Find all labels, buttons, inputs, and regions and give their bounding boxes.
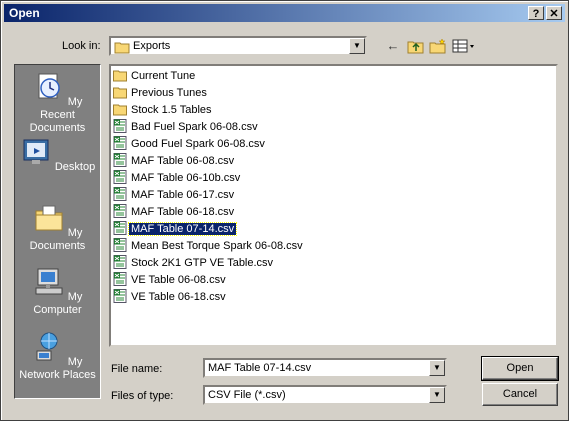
csv-file-icon (113, 136, 127, 150)
chevron-down-icon[interactable]: ▼ (429, 387, 445, 403)
look-in-combo[interactable]: Exports ▼ (109, 36, 367, 56)
list-item[interactable]: MAF Table 06-10b.csv (113, 170, 242, 186)
file-type-select[interactable]: CSV File (*.csv) ▼ (203, 385, 447, 405)
file-name: VE Table 06-18.csv (131, 291, 226, 303)
help-button[interactable]: ? (528, 6, 544, 20)
title-bar[interactable]: Open ? ✕ (4, 4, 565, 22)
csv-file-icon (113, 187, 127, 201)
file-name: Previous Tunes (131, 87, 207, 99)
my-computer-icon (35, 268, 63, 295)
file-name: Good Fuel Spark 06-08.csv (131, 138, 265, 150)
file-list[interactable]: Current Tune Previous Tunes Stock 1.5 Tabl… (109, 64, 558, 347)
open-dialog: Open ? ✕ Look in: Exports ▼ ← My Recent … (0, 0, 569, 421)
file-name: MAF Table 06-10b.csv (131, 172, 241, 184)
chevron-down-icon[interactable]: ▼ (429, 360, 445, 376)
cancel-button[interactable]: Cancel (482, 383, 558, 406)
back-icon[interactable]: ← (382, 37, 404, 55)
place-my-documents[interactable]: My Documents (15, 202, 100, 253)
network-places-icon (36, 332, 58, 361)
csv-file-icon (113, 119, 127, 133)
file-name: MAF Table 06-08.csv (131, 155, 235, 167)
chevron-down-icon[interactable]: ▼ (349, 38, 365, 54)
list-item[interactable]: MAF Table 06-17.csv (113, 187, 236, 203)
place-my-recent-documents[interactable]: My Recent Documents (15, 71, 100, 135)
csv-file-icon (113, 153, 127, 167)
csv-file-icon (113, 170, 127, 184)
file-name: Mean Best Torque Spark 06-08.csv (131, 240, 303, 252)
csv-file-icon (113, 289, 127, 303)
open-button[interactable]: Open (481, 356, 559, 381)
list-item[interactable]: MAF Table 07-14.csv (113, 221, 238, 237)
file-name: MAF Table 06-17.csv (131, 189, 235, 201)
file-name: MAF Table 07-14.csv (127, 222, 238, 236)
list-item[interactable]: Current Tune (113, 68, 197, 84)
file-type-label: Files of type: (111, 390, 174, 402)
list-item[interactable]: Stock 2K1 GTP VE Table.csv (113, 255, 275, 271)
look-in-label: Look in: (62, 40, 101, 52)
file-name-value: MAF Table 07-14.csv (208, 362, 312, 374)
place-my-computer[interactable]: My Computer (15, 266, 100, 317)
folder-icon (114, 42, 130, 54)
csv-file-icon (113, 272, 127, 286)
folder-icon (113, 104, 127, 116)
csv-file-icon (113, 204, 127, 218)
list-item[interactable]: Stock 1.5 Tables (113, 102, 214, 118)
place-my-network-places[interactable]: My Network Places (15, 331, 100, 382)
file-type-value: CSV File (*.csv) (208, 389, 286, 401)
place-label: Desktop (54, 161, 96, 173)
csv-file-icon (113, 221, 127, 235)
close-button[interactable]: ✕ (546, 6, 562, 20)
folder-icon (113, 70, 127, 82)
list-item[interactable]: Previous Tunes (113, 85, 209, 101)
list-item[interactable]: VE Table 06-08.csv (113, 272, 228, 288)
list-item[interactable]: Mean Best Torque Spark 06-08.csv (113, 238, 305, 254)
new-folder-icon[interactable] (427, 37, 449, 55)
window-title: Open (9, 6, 40, 20)
place-desktop[interactable]: Desktop (15, 136, 100, 174)
file-name: Bad Fuel Spark 06-08.csv (131, 121, 258, 133)
my-documents-icon (35, 205, 63, 231)
csv-file-icon (113, 255, 127, 269)
file-name-field[interactable]: MAF Table 07-14.csv ▼ (203, 358, 447, 378)
list-item[interactable]: Bad Fuel Spark 06-08.csv (113, 119, 260, 135)
file-name: Current Tune (131, 70, 196, 82)
file-name: Stock 1.5 Tables (131, 104, 212, 116)
list-item[interactable]: MAF Table 06-08.csv (113, 153, 236, 169)
file-name: Stock 2K1 GTP VE Table.csv (131, 257, 274, 269)
file-name: MAF Table 06-18.csv (131, 206, 235, 218)
csv-file-icon (113, 238, 127, 252)
file-name-label: File name: (111, 363, 163, 375)
up-folder-icon[interactable] (405, 37, 427, 55)
file-name: VE Table 06-08.csv (131, 274, 226, 286)
desktop-icon (23, 139, 49, 164)
view-menu-icon[interactable] (451, 37, 477, 55)
recent-documents-icon (38, 73, 60, 99)
list-item[interactable]: Good Fuel Spark 06-08.csv (113, 136, 267, 152)
places-bar: My Recent Documents Desktop My Documents… (14, 64, 101, 399)
list-item[interactable]: MAF Table 06-18.csv (113, 204, 236, 220)
folder-icon (113, 87, 127, 99)
list-item[interactable]: VE Table 06-18.csv (113, 289, 228, 305)
look-in-value: Exports (133, 40, 171, 52)
